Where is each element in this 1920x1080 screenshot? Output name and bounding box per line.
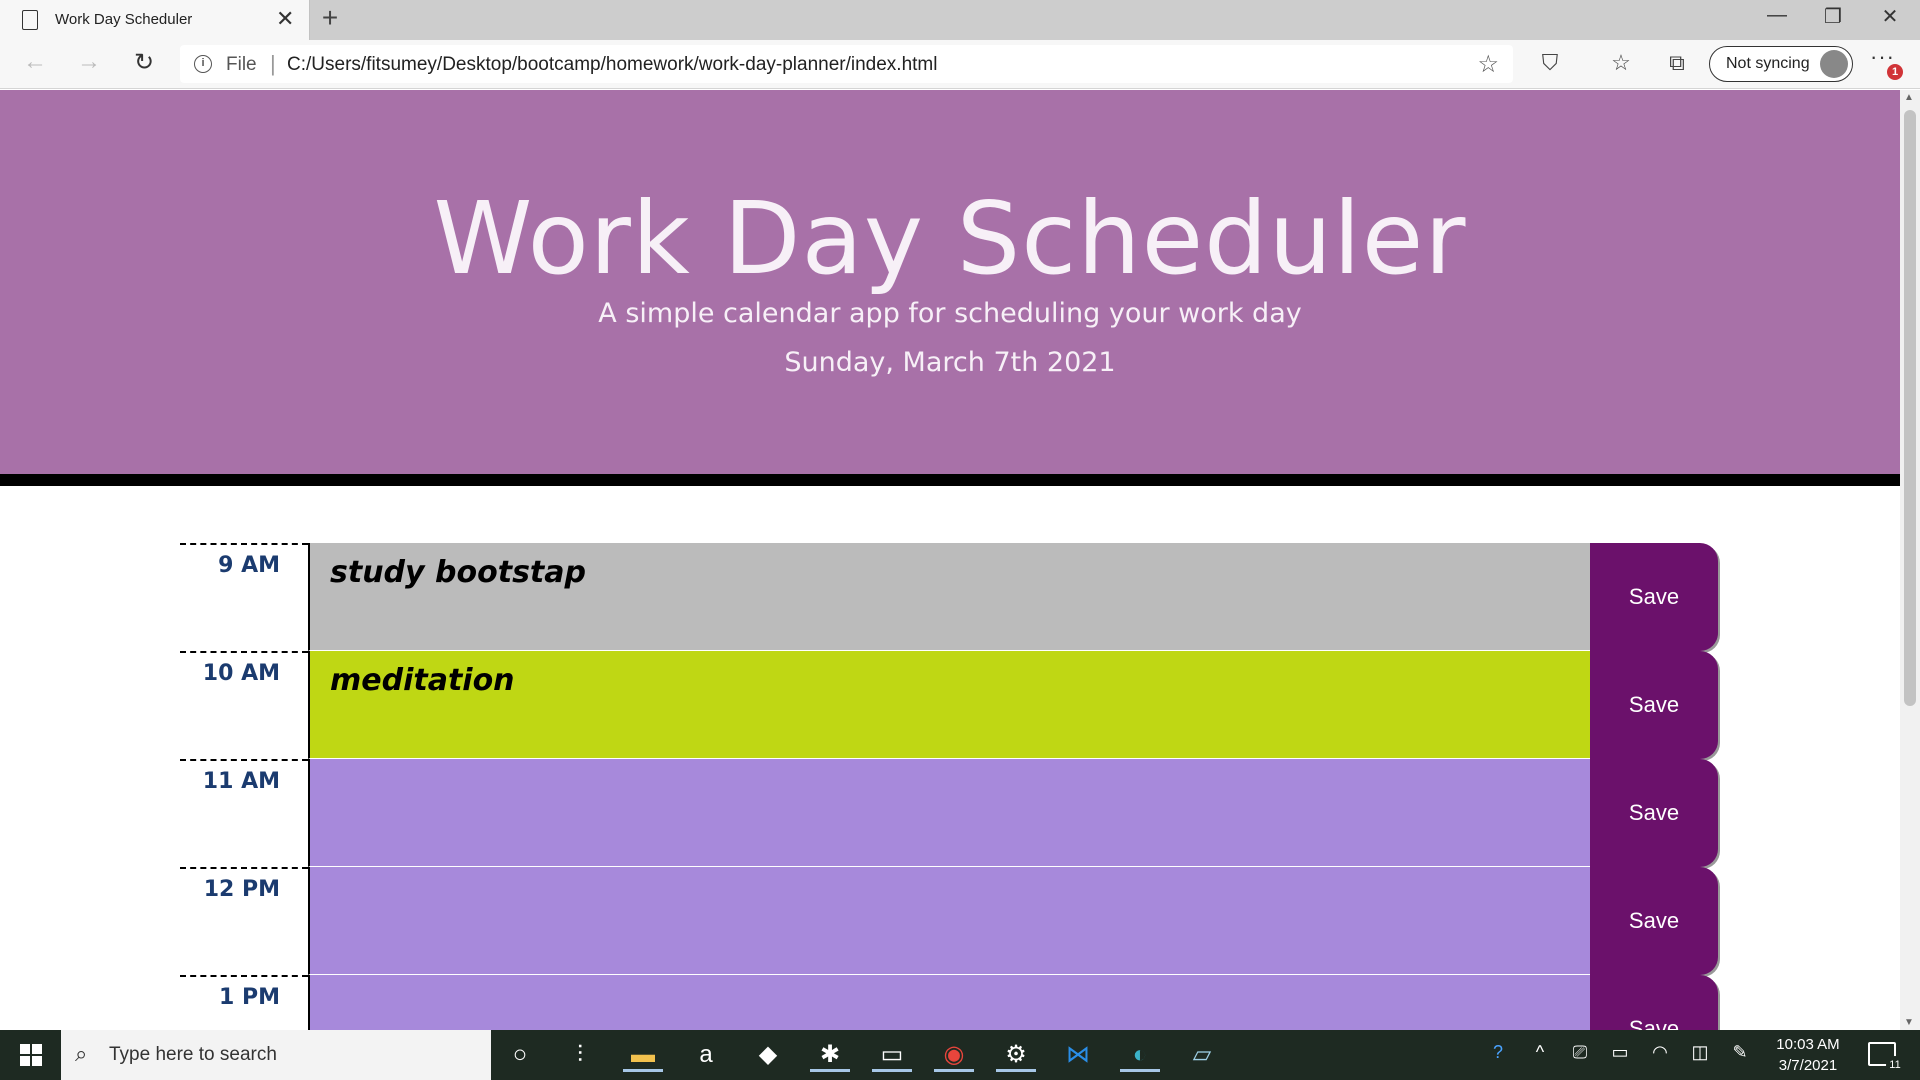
restore-icon[interactable]: ❐ <box>1813 4 1853 29</box>
event-description[interactable]: meditation <box>308 651 1590 759</box>
close-window-icon[interactable]: ✕ <box>1870 4 1910 29</box>
forward-icon[interactable]: → <box>71 48 107 76</box>
amazon-icon[interactable]: a <box>686 1038 726 1072</box>
system-clock[interactable]: 10:03 AM 3/7/2021 <box>1763 1034 1853 1076</box>
notification-badge: 1 <box>1887 64 1903 80</box>
minimize-icon[interactable]: — <box>1757 4 1797 27</box>
time-block: 1 PM Save <box>180 975 1720 1030</box>
browser-tab-strip: Work Day Scheduler ✕ + — ❐ ✕ <box>0 0 1920 40</box>
url-text[interactable]: C:/Users/fitsumey/Desktop/bootcamp/homew… <box>287 54 937 76</box>
hour-label: 1 PM <box>180 975 308 1030</box>
scroll-down-icon[interactable]: ▼ <box>1904 1017 1914 1028</box>
pen-icon[interactable]: ✎ <box>1726 1042 1754 1063</box>
cortana-icon[interactable]: ○ <box>500 1038 540 1072</box>
page-subtitle: A simple calendar app for scheduling you… <box>598 298 1302 329</box>
vertical-scrollbar[interactable]: ▲ ▼ <box>1900 90 1920 1030</box>
page-title: Work Day Scheduler <box>433 180 1467 297</box>
browser-tab[interactable]: Work Day Scheduler ✕ <box>0 0 310 40</box>
info-icon[interactable]: i <box>194 55 212 73</box>
time-block: 11 AM Save <box>180 759 1720 867</box>
meet-now-icon[interactable]: ⎚ <box>1566 1042 1594 1063</box>
current-day: Sunday, March 7th 2021 <box>784 347 1116 378</box>
address-toolbar: ← → ↻ i File | C:/Users/fitsumey/Desktop… <box>0 40 1920 89</box>
hour-label: 10 AM <box>180 651 308 759</box>
url-scheme-label: File <box>226 54 257 75</box>
notepad-icon[interactable]: ▱ <box>1182 1038 1222 1072</box>
new-tab-button[interactable]: + <box>315 2 345 34</box>
hour-label: 11 AM <box>180 759 308 867</box>
favorites-icon[interactable]: ☆ <box>1605 50 1637 76</box>
favorite-star-icon[interactable]: ☆ <box>1477 50 1499 79</box>
battery-icon[interactable]: ▭ <box>1606 1042 1634 1063</box>
save-button[interactable]: Save <box>1590 975 1718 1030</box>
clock-date: 3/7/2021 <box>1778 1057 1838 1074</box>
taskbar: ⌕ Type here to search ○ ⫶ ▬ a ◆ ✱ ▭ ◉ ⚙ … <box>0 1030 1920 1080</box>
file-explorer-icon[interactable]: ▬ <box>623 1038 663 1072</box>
wifi-icon[interactable]: ◠ <box>1646 1042 1674 1063</box>
task-view-icon[interactable]: ⫶ <box>560 1038 600 1072</box>
save-button[interactable]: Save <box>1590 759 1718 867</box>
hour-label: 12 PM <box>180 867 308 975</box>
time-block: 9 AM study bootstap Save <box>180 543 1720 651</box>
chrome-icon[interactable]: ◉ <box>934 1038 974 1072</box>
hour-label: 9 AM <box>180 543 308 651</box>
collections-icon[interactable]: ⧉ <box>1661 50 1693 76</box>
windows-start-icon[interactable] <box>10 1040 50 1070</box>
avatar <box>1820 50 1848 78</box>
save-button[interactable]: Save <box>1590 651 1718 759</box>
scroll-up-icon[interactable]: ▲ <box>1904 92 1914 103</box>
action-center-icon[interactable]: 11 <box>1868 1042 1904 1074</box>
edge-icon[interactable]: ◐ <box>1120 1038 1160 1072</box>
address-bar[interactable]: i File | C:/Users/fitsumey/Desktop/bootc… <box>180 45 1513 83</box>
event-description[interactable] <box>308 975 1590 1030</box>
taskbar-search[interactable]: ⌕ Type here to search <box>61 1030 491 1080</box>
help-icon[interactable]: ? <box>1484 1042 1512 1063</box>
settings-gear-icon[interactable]: ⚙ <box>996 1038 1036 1072</box>
scrollbar-thumb[interactable] <box>1904 110 1916 706</box>
sync-label: Not syncing <box>1726 55 1810 72</box>
event-description[interactable]: study bootstap <box>308 543 1590 651</box>
refresh-icon[interactable]: ↻ <box>126 48 162 77</box>
save-button[interactable]: Save <box>1590 867 1718 975</box>
vscode-icon[interactable]: ⋈ <box>1058 1038 1098 1072</box>
page-viewport: Work Day Scheduler A simple calendar app… <box>0 90 1900 1030</box>
url-separator: | <box>270 51 276 76</box>
back-icon[interactable]: ← <box>17 48 53 76</box>
clock-time: 10:03 AM <box>1776 1036 1840 1053</box>
event-description[interactable] <box>308 759 1590 867</box>
shield-icon[interactable]: ⛉ <box>1534 50 1566 76</box>
save-button[interactable]: Save <box>1590 543 1718 651</box>
page-icon <box>22 10 38 30</box>
search-icon: ⌕ <box>75 1041 88 1066</box>
dropbox-icon[interactable]: ◆ <box>748 1038 788 1072</box>
header-jumbotron: Work Day Scheduler A simple calendar app… <box>0 90 1900 486</box>
time-block: 10 AM meditation Save <box>180 651 1720 759</box>
notification-count: 11 <box>1886 1056 1904 1074</box>
slack-icon[interactable]: ✱ <box>810 1038 850 1072</box>
volume-icon[interactable]: ◫ <box>1686 1042 1714 1063</box>
search-placeholder: Type here to search <box>109 1044 277 1065</box>
profile-sync-button[interactable]: Not syncing <box>1709 46 1853 82</box>
event-description[interactable] <box>308 867 1590 975</box>
time-block: 12 PM Save <box>180 867 1720 975</box>
chevron-up-icon[interactable]: ^ <box>1526 1042 1554 1063</box>
tab-title: Work Day Scheduler <box>55 11 193 28</box>
terminal-icon[interactable]: ▭ <box>872 1038 912 1072</box>
close-tab-icon[interactable]: ✕ <box>276 6 294 32</box>
